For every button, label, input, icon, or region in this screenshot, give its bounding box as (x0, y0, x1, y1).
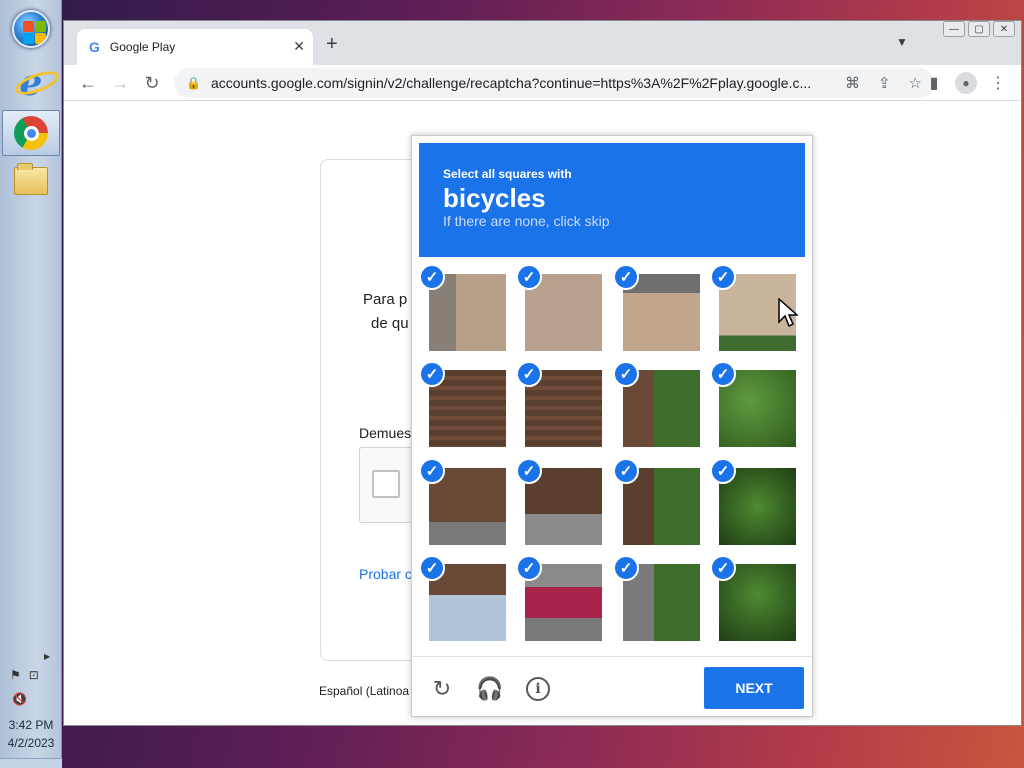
selected-check-icon: ✓ (710, 264, 736, 290)
hint-text: If there are none, click skip (443, 213, 610, 229)
recaptcha-checkbox[interactable] (372, 470, 400, 498)
page-text-line2: de qu (371, 315, 409, 332)
challenge-footer: ↻ 🎧 i NEXT (412, 656, 812, 717)
selected-check-icon: ✓ (710, 555, 736, 581)
selected-check-icon: ✓ (516, 555, 542, 581)
audio-headphones-icon[interactable]: 🎧 (476, 675, 504, 703)
challenge-header: Select all squares with bicycles If ther… (419, 143, 805, 257)
maximize-button[interactable]: ▢ (968, 21, 990, 37)
url-text[interactable]: accounts.google.com/signin/v2/challenge/… (211, 75, 811, 91)
reload-icon[interactable]: ↻ (428, 675, 456, 703)
chrome-icon (14, 116, 48, 150)
bookmark-star-icon[interactable]: ☆ (909, 74, 922, 92)
back-arrow-icon[interactable]: ← (76, 71, 100, 95)
info-button[interactable]: i (524, 675, 552, 703)
start-button[interactable] (2, 6, 60, 52)
network-icon[interactable]: ⊡ (29, 668, 39, 682)
taskbar: e ▶ ⚑ ⊡ 🔇 3:42 PM 4/2/2023 (0, 0, 62, 768)
profile-button[interactable]: ● (954, 71, 978, 95)
address-bar[interactable]: 🔒 accounts.google.com/signin/v2/challeng… (174, 68, 934, 98)
more-menu-icon[interactable]: ⋮ (986, 71, 1010, 95)
taskbar-explorer-button[interactable] (2, 158, 60, 204)
forward-arrow-icon[interactable]: → (108, 71, 132, 95)
selected-check-icon: ✓ (516, 458, 542, 484)
action-center-flag-icon[interactable]: ⚑ (10, 668, 21, 682)
tab-google-play[interactable]: G Google Play ✕ (77, 29, 313, 65)
selected-check-icon: ✓ (516, 361, 542, 387)
clock-time[interactable]: 3:42 PM (0, 718, 62, 732)
lock-icon[interactable]: 🔒 (186, 76, 201, 90)
side-panel-icon[interactable]: ▮ (922, 71, 946, 95)
instruction-text: Select all squares with (443, 167, 572, 181)
try-another-way-link[interactable]: Probar c (359, 566, 412, 582)
language-selector[interactable]: Español (Latinoa (319, 684, 409, 698)
system-tray: ▶ ⚑ ⊡ 🔇 3:42 PM 4/2/2023 (0, 648, 62, 768)
target-object: bicycles (443, 183, 546, 213)
selected-check-icon: ✓ (419, 555, 445, 581)
selected-check-icon: ✓ (419, 458, 445, 484)
next-button[interactable]: NEXT (704, 667, 804, 709)
google-favicon-icon: G (89, 39, 100, 55)
translate-icon[interactable]: ⌘ (845, 74, 860, 92)
taskbar-ie-button[interactable]: e (2, 60, 60, 106)
browser-toolbar: ← → ↻ 🔒 accounts.google.com/signin/v2/ch… (64, 65, 1021, 101)
selected-check-icon: ✓ (613, 264, 639, 290)
window-controls: — ▢ ✕ (943, 21, 1015, 37)
new-tab-button[interactable]: + (326, 33, 338, 56)
recaptcha-widget (359, 447, 419, 523)
tab-close-icon[interactable]: ✕ (293, 38, 305, 55)
info-icon: i (526, 677, 550, 701)
mouse-cursor-icon (778, 298, 798, 328)
profile-avatar-icon: ● (955, 72, 977, 94)
tab-strip: G Google Play ✕ + ▼ — ▢ ✕ (64, 21, 1021, 65)
selected-check-icon: ✓ (419, 361, 445, 387)
selected-check-icon: ✓ (419, 264, 445, 290)
selected-check-icon: ✓ (613, 361, 639, 387)
selected-check-icon: ✓ (516, 264, 542, 290)
reload-page-icon[interactable]: ↻ (140, 71, 164, 95)
file-explorer-icon (14, 163, 48, 195)
clock-date[interactable]: 4/2/2023 (0, 736, 62, 750)
share-icon[interactable]: ⇪ (878, 74, 891, 92)
recaptcha-challenge: Select all squares with bicycles If ther… (411, 135, 813, 717)
internet-explorer-icon: e (19, 62, 43, 104)
tab-search-chevron-icon[interactable]: ▼ (896, 35, 908, 49)
show-desktop-button[interactable] (0, 758, 62, 768)
windows-logo-icon (12, 10, 50, 48)
minimize-button[interactable]: — (943, 21, 965, 37)
taskbar-chrome-button[interactable] (2, 110, 60, 156)
close-window-button[interactable]: ✕ (993, 21, 1015, 37)
page-text-line1: Para p (363, 291, 408, 308)
selected-check-icon: ✓ (613, 555, 639, 581)
volume-muted-icon[interactable]: 🔇 (12, 692, 27, 706)
selected-check-icon: ✓ (613, 458, 639, 484)
page-prompt: Demues (359, 425, 412, 441)
browser-window: G Google Play ✕ + ▼ — ▢ ✕ ← → ↻ 🔒 accoun… (63, 20, 1022, 726)
selected-check-icon: ✓ (710, 458, 736, 484)
selected-check-icon: ✓ (710, 361, 736, 387)
tab-title: Google Play (109, 40, 176, 54)
show-hidden-icons-icon[interactable]: ▶ (44, 652, 50, 661)
image-grid: ✓ ✓ ✓ ✓ ✓ ✓ ✓ ✓ ✓ ✓ ✓ ✓ ✓ ✓ ✓ ✓ (419, 264, 807, 652)
